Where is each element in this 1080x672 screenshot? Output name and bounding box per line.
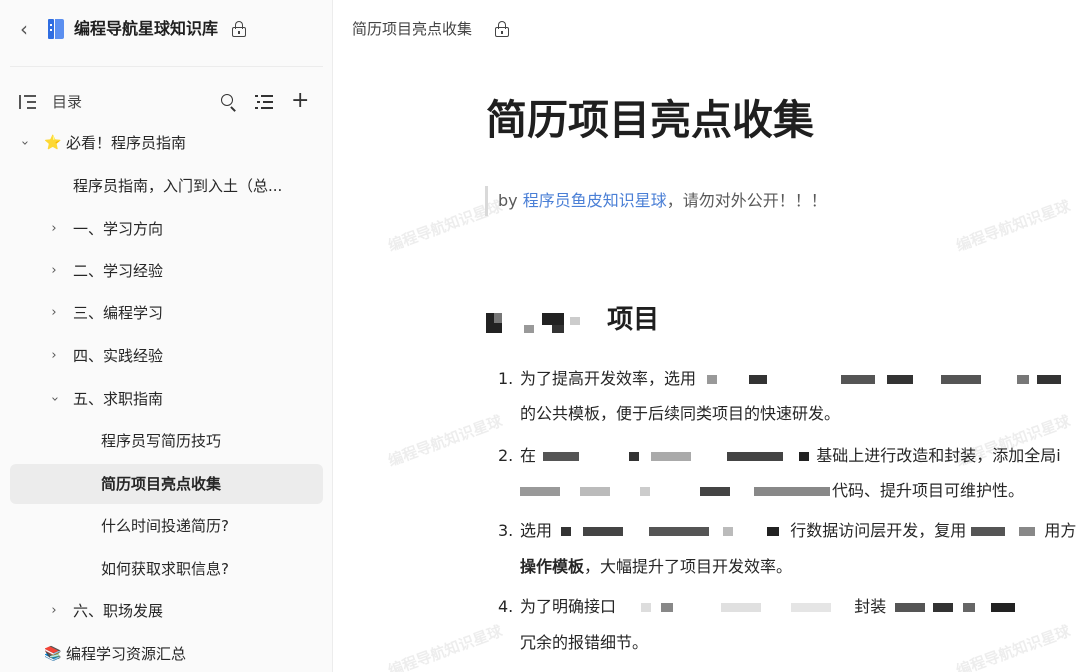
tree-item-active[interactable]: 简历项目亮点收集 [10,464,323,504]
kb-header: ‹ 编程导航星球知识库 [0,0,333,60]
quote-by: by [498,191,523,210]
chevron-right-icon[interactable]: › [46,261,62,281]
tree-item[interactable]: › 一、学习方向 [10,209,323,249]
tree-item[interactable]: › 六、职场发展 [10,591,323,631]
tree-item[interactable]: › 四、实践经验 [10,336,323,376]
book-icon [46,17,66,41]
list-collapse-icon[interactable] [255,94,273,110]
tree-item[interactable]: 📚 编程学习资源汇总 [10,634,323,672]
redacted-mosaic [486,303,598,339]
redacted-mosaic [520,485,832,499]
kb-title[interactable]: 编程导航星球知识库 [74,17,218,41]
tree-item-label: 必看！程序员指南 [66,134,187,152]
watermark: 编程导航知识星球 [385,621,505,672]
tree-item-label: 如何获取求职信息? [101,560,229,578]
toc-bar: 目录 + [0,86,333,118]
tree-item[interactable]: 如何获取求职信息? [10,549,323,589]
redacted-mosaic [621,601,849,615]
list-item-continuation: 代码、提升项目可维护性。 [520,478,1024,504]
tree-item-label: 程序员写简历技巧 [101,432,222,450]
search-icon[interactable] [220,93,238,112]
watermark: 编程导航知识星球 [953,621,1073,672]
chevron-down-icon[interactable]: › [44,391,64,407]
tree-item[interactable]: › ⭐ 必看！程序员指南 [10,123,323,163]
star-icon: ⭐ [44,135,62,151]
list-item: 1. 为了提高开发效率，选用 [498,366,1062,392]
sidebar: ‹ 编程导航星球知识库 目录 + › ⭐ 必看！程序员指南 程序员指南，入门到入… [0,0,333,672]
redacted-mosaic [971,525,1039,539]
tree-item-label: 二、学习经验 [73,262,164,280]
quote-text: ，请勿对外公开！！！ [666,191,827,210]
tree-item[interactable]: 什么时间投递简历? [10,506,323,546]
chevron-left-icon[interactable]: ‹ [14,17,34,41]
document-title: 简历项目亮点收集 [486,96,814,144]
tree-item[interactable]: › 五、求职指南 [10,379,323,419]
plus-icon[interactable]: + [291,90,309,112]
watermark: 编程导航知识星球 [385,411,505,470]
document-view: 简历项目亮点收集 编程导航知识星球 编程导航知识星球 编程导航知识星球 编程导航… [333,0,1080,672]
toc-label: 目录 [52,93,83,111]
lock-icon [495,21,509,37]
tree-item-label: 三、编程学习 [73,304,164,322]
blockquote: by 程序员鱼皮知识星球，请勿对外公开！！！ [485,186,827,216]
redacted-mosaic [701,373,1062,387]
chevron-right-icon[interactable]: › [46,346,62,366]
tree-item-label: 程序员指南，入门到入土（总... [73,177,283,195]
chevron-right-icon[interactable]: › [46,219,62,239]
tree-item-label: 四、实践经验 [73,347,164,365]
chevron-down-icon[interactable]: › [14,135,34,151]
tree-item[interactable]: 程序员写简历技巧 [10,421,323,461]
redacted-mosaic [891,601,1021,615]
watermark: 编程导航知识星球 [953,196,1073,255]
chevron-right-icon[interactable]: › [46,303,62,323]
list-item-continuation: 操作模板，大幅提升了项目开发效率。 [520,557,793,576]
list-item-continuation: 冗余的报错细节。 [520,633,649,652]
redacted-mosaic [557,525,785,539]
list-item: 2. 在 基础上进行改造和封装，添加全局i [498,446,1061,465]
toc-icon[interactable] [19,94,37,110]
divider [10,66,323,67]
author-link[interactable]: 程序员鱼皮知识星球 [523,191,667,210]
section-heading-text: 项目 [607,305,660,335]
section-heading: 项目 [486,302,659,338]
breadcrumb[interactable]: 简历项目亮点收集 [352,17,472,41]
tree-item[interactable]: 程序员指南，入门到入土（总... [10,166,323,206]
tree-item[interactable]: › 三、编程学习 [10,293,323,333]
list-item-continuation: 的公共模板，便于后续同类项目的快速研发。 [520,404,841,423]
redacted-mosaic [541,450,811,464]
list-item: 3. 选用 行数据访问层开发，复用 用方 [498,521,1077,540]
tree-item-label: 简历项目亮点收集 [101,475,222,493]
tree-item-label: 一、学习方向 [73,220,164,238]
tree-item[interactable]: › 二、学习经验 [10,251,323,291]
list-item: 4. 为了明确接口 封装 [498,594,1021,620]
lock-icon [232,21,246,37]
tree-item-label: 什么时间投递简历? [101,517,229,535]
tree-item-label: 五、求职指南 [73,390,164,408]
books-icon: 📚 [44,646,62,662]
tree-item-label: 编程学习资源汇总 [66,645,187,663]
chevron-right-icon[interactable]: › [46,601,62,621]
tree-item-label: 六、职场发展 [73,602,164,620]
